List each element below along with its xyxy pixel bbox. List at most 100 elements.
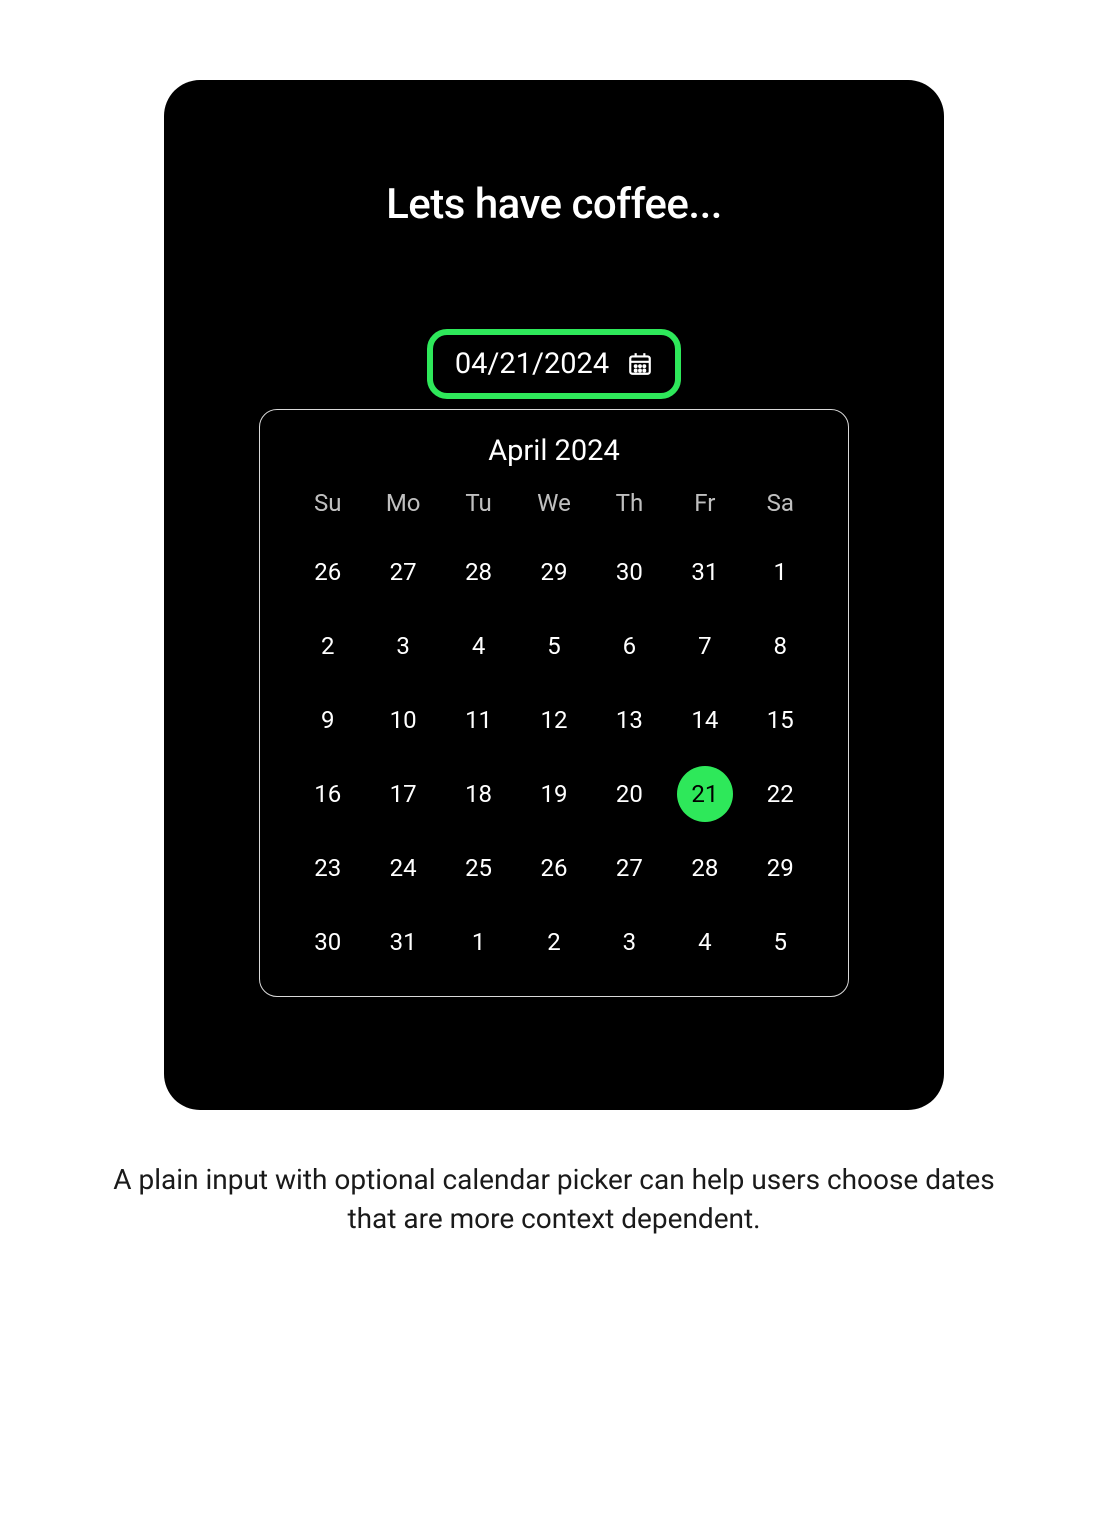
calendar-day-number: 14: [691, 706, 718, 734]
card-heading: Lets have coffee...: [386, 180, 722, 229]
calendar-day[interactable]: 8: [743, 618, 818, 674]
calendar-day[interactable]: 4: [667, 914, 742, 970]
calendar-month-title: April 2024: [290, 434, 818, 468]
calendar-day-number: 21: [691, 780, 718, 808]
calendar-day-number: 6: [623, 632, 637, 660]
figure-caption: A plain input with optional calendar pic…: [104, 1160, 1004, 1238]
calendar-day[interactable]: 28: [441, 544, 516, 600]
weekday-header: Su: [290, 480, 365, 526]
calendar-day[interactable]: 29: [743, 840, 818, 896]
calendar-day[interactable]: 28: [667, 840, 742, 896]
calendar-day[interactable]: 27: [592, 840, 667, 896]
calendar-day-number: 26: [314, 558, 341, 586]
calendar-day-number: 30: [616, 558, 643, 586]
calendar-day-number: 24: [390, 854, 417, 882]
date-input-value: 04/21/2024: [455, 347, 609, 381]
calendar-day[interactable]: 18: [441, 766, 516, 822]
calendar-day-number: 8: [774, 632, 788, 660]
calendar-day-number: 9: [321, 706, 335, 734]
calendar-day-number: 11: [465, 706, 492, 734]
calendar-day[interactable]: 5: [743, 914, 818, 970]
calendar-day-number: 3: [623, 928, 637, 956]
calendar-day-number: 31: [390, 928, 417, 956]
calendar-day-number: 28: [465, 558, 492, 586]
calendar-day[interactable]: 1: [743, 544, 818, 600]
calendar-day[interactable]: 19: [516, 766, 591, 822]
calendar-day-number: 13: [616, 706, 643, 734]
calendar-day[interactable]: 14: [667, 692, 742, 748]
weekday-header: Tu: [441, 480, 516, 526]
calendar-day-selected[interactable]: 21: [667, 766, 742, 822]
calendar-day-number: 16: [314, 780, 341, 808]
calendar-day-number: 30: [314, 928, 341, 956]
weekday-header: Mo: [365, 480, 440, 526]
calendar-day[interactable]: 30: [290, 914, 365, 970]
calendar-day-number: 23: [314, 854, 341, 882]
calendar-day-number: 5: [547, 632, 561, 660]
calendar-day-number: 1: [774, 558, 788, 586]
calendar-day-number: 12: [541, 706, 568, 734]
weekday-header: Th: [592, 480, 667, 526]
calendar-day[interactable]: 7: [667, 618, 742, 674]
calendar-day[interactable]: 17: [365, 766, 440, 822]
calendar-day[interactable]: 23: [290, 840, 365, 896]
calendar-day-number: 20: [616, 780, 643, 808]
calendar-popover: April 2024 SuMoTuWeThFrSa262728293031123…: [259, 409, 849, 997]
calendar-day-number: 27: [616, 854, 643, 882]
calendar-day[interactable]: 6: [592, 618, 667, 674]
calendar-day[interactable]: 2: [516, 914, 591, 970]
calendar-day-number: 3: [396, 632, 410, 660]
calendar-day-number: 27: [390, 558, 417, 586]
calendar-day[interactable]: 3: [365, 618, 440, 674]
calendar-day[interactable]: 4: [441, 618, 516, 674]
calendar-day-number: 4: [472, 632, 486, 660]
calendar-day-number: 18: [465, 780, 492, 808]
calendar-day[interactable]: 2: [290, 618, 365, 674]
calendar-day[interactable]: 16: [290, 766, 365, 822]
calendar-day[interactable]: 22: [743, 766, 818, 822]
calendar-day-number: 15: [767, 706, 794, 734]
calendar-icon[interactable]: [627, 351, 653, 377]
calendar-day[interactable]: 27: [365, 544, 440, 600]
calendar-day-number: 25: [465, 854, 492, 882]
calendar-day-number: 28: [691, 854, 718, 882]
calendar-day[interactable]: 1: [441, 914, 516, 970]
calendar-day[interactable]: 12: [516, 692, 591, 748]
calendar-day-number: 29: [541, 558, 568, 586]
calendar-day[interactable]: 30: [592, 544, 667, 600]
calendar-day-number: 7: [698, 632, 712, 660]
calendar-day-number: 19: [541, 780, 568, 808]
calendar-day[interactable]: 31: [365, 914, 440, 970]
calendar-day-number: 2: [321, 632, 335, 660]
weekday-header: Sa: [743, 480, 818, 526]
calendar-day-number: 2: [547, 928, 561, 956]
calendar-grid: SuMoTuWeThFrSa26272829303112345678910111…: [290, 480, 818, 970]
date-picker-card: Lets have coffee... 04/21/2024 April 202…: [164, 80, 944, 1110]
calendar-day[interactable]: 3: [592, 914, 667, 970]
calendar-day-number: 5: [774, 928, 788, 956]
calendar-day[interactable]: 26: [516, 840, 591, 896]
calendar-day-number: 29: [767, 854, 794, 882]
weekday-header: We: [516, 480, 591, 526]
calendar-day[interactable]: 13: [592, 692, 667, 748]
calendar-day[interactable]: 10: [365, 692, 440, 748]
calendar-day[interactable]: 20: [592, 766, 667, 822]
calendar-day[interactable]: 5: [516, 618, 591, 674]
calendar-day-number: 22: [767, 780, 794, 808]
calendar-day[interactable]: 25: [441, 840, 516, 896]
calendar-day-number: 4: [698, 928, 712, 956]
calendar-day[interactable]: 11: [441, 692, 516, 748]
calendar-day[interactable]: 24: [365, 840, 440, 896]
calendar-day-number: 26: [541, 854, 568, 882]
weekday-header: Fr: [667, 480, 742, 526]
calendar-day-number: 1: [472, 928, 486, 956]
calendar-day[interactable]: 9: [290, 692, 365, 748]
calendar-day[interactable]: 29: [516, 544, 591, 600]
calendar-day-number: 17: [390, 780, 417, 808]
calendar-day[interactable]: 31: [667, 544, 742, 600]
calendar-day-number: 31: [691, 558, 718, 586]
calendar-day[interactable]: 26: [290, 544, 365, 600]
calendar-day-number: 10: [390, 706, 417, 734]
date-input[interactable]: 04/21/2024: [427, 329, 681, 399]
calendar-day[interactable]: 15: [743, 692, 818, 748]
